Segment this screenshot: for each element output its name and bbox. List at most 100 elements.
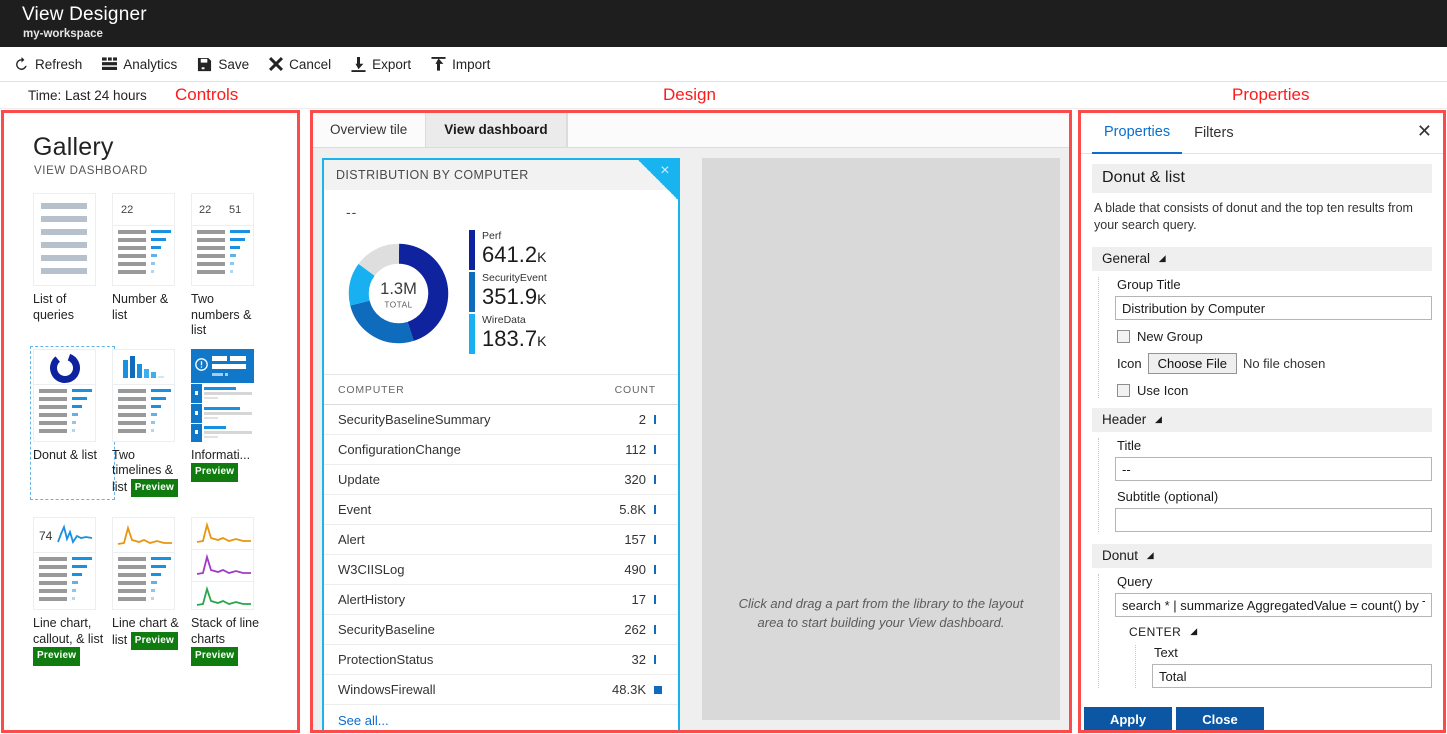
table-row[interactable]: AlertHistory 17 [324,585,679,615]
export-button[interactable]: Export [351,56,412,72]
row-count: 32 [631,652,647,667]
gallery-item-label: Two timelines & list Preview [112,448,184,497]
close-icon[interactable]: ✕ [1417,122,1432,140]
legend-item: SecurityEvent 351.9K [469,272,547,312]
gallery-item-label-text: Informati... [191,447,251,462]
tile-body: -- 1.3M TOTAL Perf 641.2K SecurityEvent … [324,190,679,731]
table-row[interactable]: Update 320 [324,465,679,495]
group-title-input[interactable] [1115,296,1432,320]
cancel-button[interactable]: Cancel [269,57,331,72]
gallery-item-line-chart-and-list[interactable]: Line chart & list Preview [112,517,191,666]
gallery-item-label: Number & list [112,292,169,322]
gallery-item-two-timelines-and-list[interactable]: Two timelines & list Preview [112,348,191,497]
row-name: SecurityBaselineSummary [338,412,491,427]
properties-tabstrip: Properties Filters ✕ [1080,112,1444,154]
row-name: Update [338,472,380,487]
legend-value-unit: K [537,333,547,349]
table-row[interactable]: Event 5.8K [324,495,679,525]
row-bar [654,655,666,664]
legend-swatch [469,272,475,312]
tile-header-title: DISTRIBUTION BY COMPUTER [336,168,529,182]
gallery-item-information-tile[interactable]: Informati... Preview [191,348,270,498]
subsection-center[interactable]: CENTER ◢ [1129,625,1432,639]
tab-properties[interactable]: Properties [1092,112,1183,154]
table-row[interactable]: W3CIISLog 490 [324,555,679,585]
page-title: View Designer [22,4,147,25]
export-label: Export [372,56,412,72]
use-icon-checkbox[interactable] [1117,384,1130,397]
donut-and-list-icon [33,348,96,442]
gallery-item-donut-and-list[interactable]: Donut & list [30,345,115,500]
dashboard-tile[interactable]: DISTRIBUTION BY COMPUTER × -- 1.3M TOTAL… [322,158,681,731]
tab-view-dashboard[interactable]: View dashboard [426,112,567,147]
new-group-checkbox[interactable] [1117,330,1130,343]
tab-overview-tile[interactable]: Overview tile [312,112,427,147]
table-row[interactable]: WindowsFirewall 48.3K [324,675,679,705]
save-button[interactable]: Save [197,57,249,72]
group-title-label: Group Title [1117,277,1181,292]
table-row[interactable]: Alert 157 [324,525,679,555]
section-donut[interactable]: Donut ◢ [1092,544,1432,568]
preview-badge: Preview [191,463,239,482]
donut-chart: 1.3M TOTAL [348,243,449,343]
legend-swatch [469,314,475,354]
header-title-input[interactable] [1115,457,1432,481]
thumb-number: 74 [39,529,53,543]
layout-drop-area[interactable]: Click and drag a part from the library t… [702,158,1060,720]
section-general[interactable]: General ◢ [1092,247,1432,271]
choose-file-button[interactable]: Choose File [1147,353,1237,374]
row-bar [654,685,666,694]
refresh-icon [14,56,29,72]
legend-name: Perf [482,230,502,242]
time-range-selector[interactable]: Time: Last 24 hours [28,88,147,103]
gallery-item-number-and-list[interactable]: 22 Number & list [112,193,191,339]
annotation-controls: Controls [175,85,239,104]
import-button[interactable]: Import [431,56,491,72]
use-icon-checkbox-row[interactable]: Use Icon [1117,383,1432,398]
apply-button[interactable]: Apply [1084,707,1172,731]
row-bar [654,535,666,544]
row-name: WindowsFirewall [338,682,436,697]
import-label: Import [452,56,491,72]
design-canvas[interactable]: DISTRIBUTION BY COMPUTER × -- 1.3M TOTAL… [312,148,1070,731]
gallery-item-two-numbers-and-list[interactable]: 22 51 Two numbers & list [191,193,270,339]
header-fields: Title Subtitle (optional) [1098,438,1432,532]
row-bar [654,595,666,604]
analytics-button[interactable]: Analytics [102,57,177,72]
new-group-checkbox-row[interactable]: New Group [1117,329,1432,344]
gallery-item-list-of-queries[interactable]: List of queries [33,193,112,339]
table-row[interactable]: ConfigurationChange 112 [324,435,679,465]
gallery-title: Gallery [33,133,114,161]
section-header[interactable]: Header ◢ [1092,408,1432,432]
header-subtitle-input[interactable] [1115,508,1432,532]
center-text-input[interactable] [1152,664,1432,688]
gallery-item-stack-of-line-charts[interactable]: Stack of line charts Preview [191,517,270,666]
refresh-button[interactable]: Refresh [14,56,83,72]
row-name: SecurityBaseline [338,622,435,637]
legend-item: Perf 641.2K [469,230,547,270]
close-button[interactable]: Close [1176,707,1264,731]
close-icon[interactable]: × [660,163,670,179]
design-tabstrip: Overview tile View dashboard [312,112,1070,148]
tab-filters[interactable]: Filters [1182,112,1245,154]
donut-legend: Perf 641.2K SecurityEvent 351.9K WireDat… [469,230,547,356]
legend-item: WireData 183.7K [469,314,547,354]
table-row[interactable]: SecurityBaselineSummary 2 [324,405,679,435]
row-count: 320 [624,472,647,487]
query-input[interactable] [1115,593,1432,617]
properties-body: Donut & list A blade that consists of do… [1080,154,1444,714]
refresh-label: Refresh [35,56,83,72]
table-row[interactable]: SecurityBaseline 262 [324,615,679,645]
table-row[interactable]: ProtectionStatus 32 [324,645,679,675]
row-count: 112 [625,442,647,457]
see-all-link[interactable]: See all... [324,705,678,731]
gallery-item-line-chart-callout-list[interactable]: 74 Line chart, callout, & list Preview [33,517,112,666]
row-count: 157 [624,532,647,547]
list-header-count: COUNT [614,384,657,396]
legend-value: 183.7K [482,326,546,354]
import-icon [431,56,446,72]
row-name: ProtectionStatus [338,652,434,667]
two-timelines-and-list-icon [112,348,175,442]
header-subtitle-label: Subtitle (optional) [1117,489,1219,504]
list-header-computer: COMPUTER [338,384,405,396]
